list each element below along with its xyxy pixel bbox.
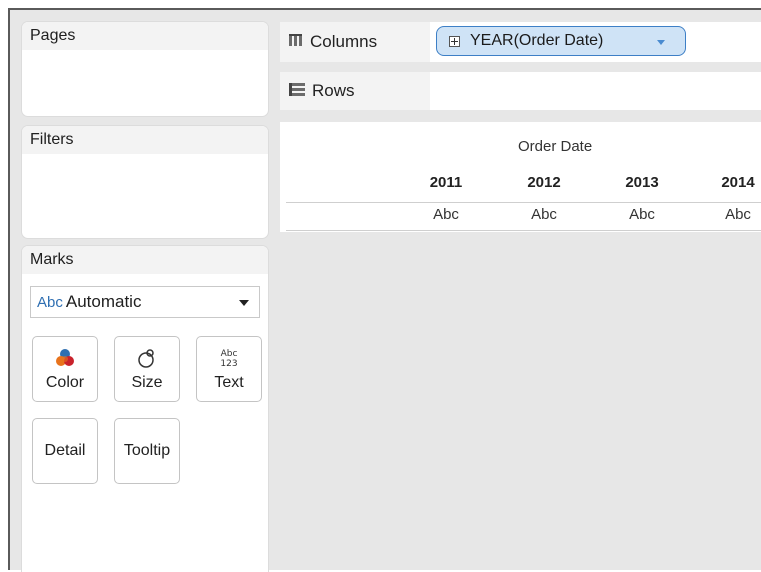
color-icon [33,346,97,370]
columns-icon [288,32,304,53]
mark-type-value: Automatic [65,292,142,311]
svg-text:123: 123 [220,359,237,369]
tooltip-button[interactable]: Tooltip [114,418,180,484]
pill-label: YEAR(Order Date) [470,32,604,49]
color-button[interactable]: Color [32,336,98,402]
view-table: Order Date 2011 2012 2013 2014 Abc Abc A… [280,122,761,232]
text-label: Text [214,374,244,391]
tooltip-label: Tooltip [123,442,171,459]
detail-button[interactable]: Detail [32,418,98,484]
columns-label: Columns [310,32,378,51]
year-header-2011[interactable]: 2011 [416,174,476,191]
chevron-down-icon[interactable] [657,40,665,45]
rows-icon [288,81,306,102]
pages-title: Pages [22,22,268,50]
columns-shelf: Columns YEAR(Order Date) [280,22,761,62]
year-header-2014[interactable]: 2014 [708,174,761,191]
chevron-down-icon [239,300,249,306]
rows-shelf: Rows [280,72,761,110]
filters-title: Filters [22,126,268,154]
pages-card[interactable]: Pages [22,22,268,116]
year-header-2013[interactable]: 2013 [612,174,672,191]
size-icon [115,346,179,370]
expand-plus-icon[interactable] [449,35,460,47]
rows-shelf-label: Rows [280,72,430,110]
text-button[interactable]: Abc 123 Text [196,336,262,402]
year-header-2012[interactable]: 2012 [514,174,574,191]
size-button[interactable]: Size [114,336,180,402]
order-date-header[interactable]: Order Date [518,138,592,155]
svg-text:Abc: Abc [221,349,238,359]
header-divider [286,202,761,203]
row-divider [286,230,761,231]
marks-title: Marks [22,246,268,274]
table-cell[interactable]: Abc [708,206,761,223]
columns-shelf-label: Columns [280,22,430,62]
mark-type-prefix: Abc [37,294,63,311]
rows-drop-area[interactable] [432,72,761,110]
text-icon: Abc 123 [197,346,261,370]
rows-label: Rows [312,81,355,100]
size-label: Size [131,374,163,391]
table-cell[interactable]: Abc [514,206,574,223]
color-label: Color [45,374,85,391]
filters-card[interactable]: Filters [22,126,268,238]
table-cell[interactable]: Abc [416,206,476,223]
table-cell[interactable]: Abc [612,206,672,223]
columns-drop-area[interactable]: YEAR(Order Date) [432,22,761,62]
tableau-workspace: Pages Filters Marks AbcAutomatic Color [8,8,761,572]
year-order-date-pill[interactable]: YEAR(Order Date) [436,26,686,56]
detail-label: Detail [44,442,86,459]
mark-type-dropdown[interactable]: Abc Automatic [30,286,260,318]
marks-card: Marks Abc Automatic Color Size Abc 123 T… [22,246,268,572]
